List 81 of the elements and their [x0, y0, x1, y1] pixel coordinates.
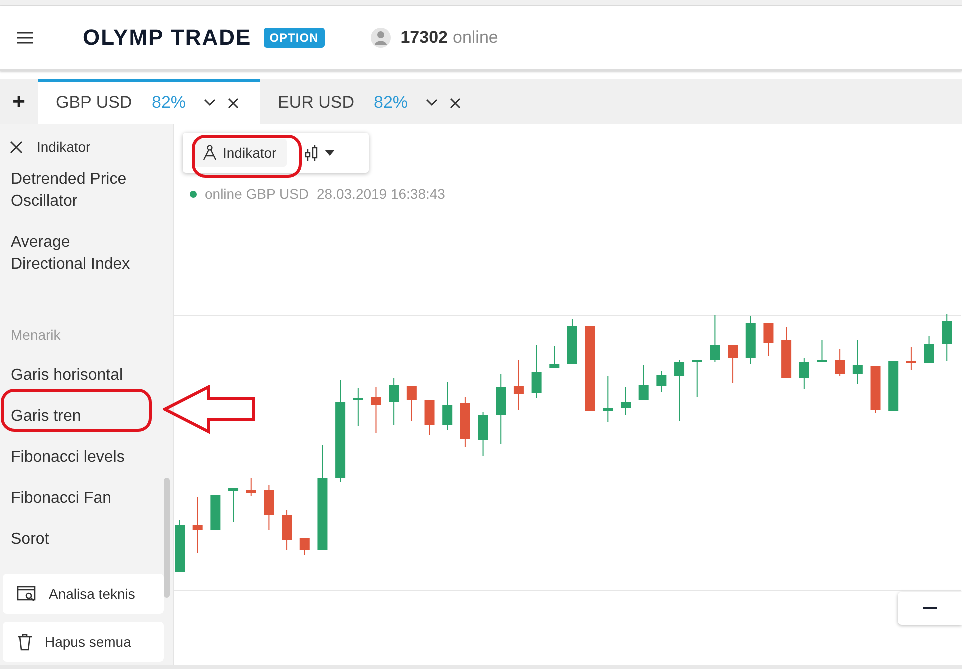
trash-icon	[17, 633, 33, 651]
candlestick	[353, 388, 364, 426]
candlestick	[442, 382, 453, 430]
candlestick	[192, 496, 203, 554]
brand-logo: OLYMP TRADE	[83, 24, 252, 50]
candlestick	[710, 314, 720, 362]
chevron-down-icon[interactable]	[426, 99, 438, 107]
candlestick-icon	[304, 144, 319, 162]
scrollbar[interactable]	[164, 478, 170, 598]
candlestick	[692, 360, 702, 398]
close-icon[interactable]	[10, 140, 23, 154]
minus-icon	[923, 607, 937, 610]
candlestick	[782, 326, 792, 378]
candlestick	[674, 360, 685, 422]
dropdown-caret-icon	[324, 150, 335, 156]
candlestick	[799, 358, 810, 390]
timestamp: 28.03.2019 16:38:43	[317, 186, 446, 202]
candlestick	[282, 510, 292, 550]
analysis-button[interactable]: Analisa teknis	[3, 574, 164, 614]
user-avatar-icon	[370, 28, 391, 48]
candlestick	[621, 386, 631, 416]
online-status-dot	[190, 190, 197, 198]
candlestick	[389, 378, 400, 426]
asset-tab[interactable]: EUR USD 82%	[260, 79, 482, 124]
candlestick	[906, 346, 916, 370]
candlestick	[371, 386, 382, 434]
candlestick	[942, 314, 952, 362]
candlestick	[817, 340, 828, 362]
candlestick	[638, 364, 649, 400]
tool-item[interactable]: Fibonacci Fan	[0, 478, 150, 519]
candlestick	[264, 484, 274, 530]
tool-item[interactable]: Garis tren	[0, 396, 150, 437]
close-icon[interactable]	[450, 98, 461, 108]
candlestick	[478, 412, 488, 456]
online-count: 17302	[400, 28, 448, 48]
payout-percent: 82%	[152, 93, 188, 113]
tool-item[interactable]: Detrended Price Oscillator	[0, 159, 150, 222]
chevron-down-icon[interactable]	[204, 99, 216, 107]
candlestick	[550, 346, 560, 368]
tool-item[interactable]: Garis horisontal	[0, 355, 150, 396]
candlestick	[246, 478, 256, 496]
candlestick	[870, 366, 881, 414]
panel-title: Indikator	[37, 139, 91, 155]
chart-search-icon	[17, 586, 37, 602]
candlestick	[406, 386, 417, 422]
add-tab-button[interactable]: +	[0, 79, 38, 124]
candlestick	[532, 344, 542, 398]
payout-percent: 82%	[374, 93, 410, 113]
candlestick	[656, 370, 667, 392]
tool-item[interactable]: Fibonacci levels	[0, 437, 150, 478]
delete-all-button[interactable]: Hapus semua	[3, 622, 164, 662]
candlestick	[175, 520, 185, 572]
candlestick	[835, 348, 846, 376]
candlestick	[514, 360, 524, 410]
candlestick	[764, 322, 774, 356]
candlestick	[210, 494, 221, 530]
option-badge: OPTION	[264, 28, 325, 48]
status-label: online GBP USD	[205, 186, 310, 202]
candlestick	[460, 396, 470, 448]
candlestick	[746, 316, 756, 364]
candlestick	[424, 400, 435, 436]
tool-item[interactable]: Average Directional Index	[0, 222, 150, 285]
candlestick	[924, 336, 934, 364]
candlestick	[496, 374, 506, 444]
tool-item[interactable]: Sorot	[0, 519, 150, 560]
online-label: online	[453, 28, 498, 48]
candlestick	[300, 538, 310, 556]
candlestick	[728, 344, 738, 384]
menu-icon	[17, 32, 33, 44]
compass-icon	[203, 145, 217, 161]
candlestick	[852, 340, 863, 384]
close-icon[interactable]	[228, 98, 239, 108]
candlestick	[888, 360, 899, 412]
asset-symbol: GBP USD	[56, 93, 134, 113]
candlestick	[603, 376, 614, 422]
section-heading: Menarik	[10, 326, 62, 345]
asset-tab[interactable]: GBP USD 82%	[38, 79, 260, 124]
candlestick	[567, 318, 578, 364]
asset-symbol: EUR USD	[278, 93, 356, 113]
indicator-button[interactable]: Indikator	[193, 139, 287, 167]
candlestick	[228, 488, 239, 522]
